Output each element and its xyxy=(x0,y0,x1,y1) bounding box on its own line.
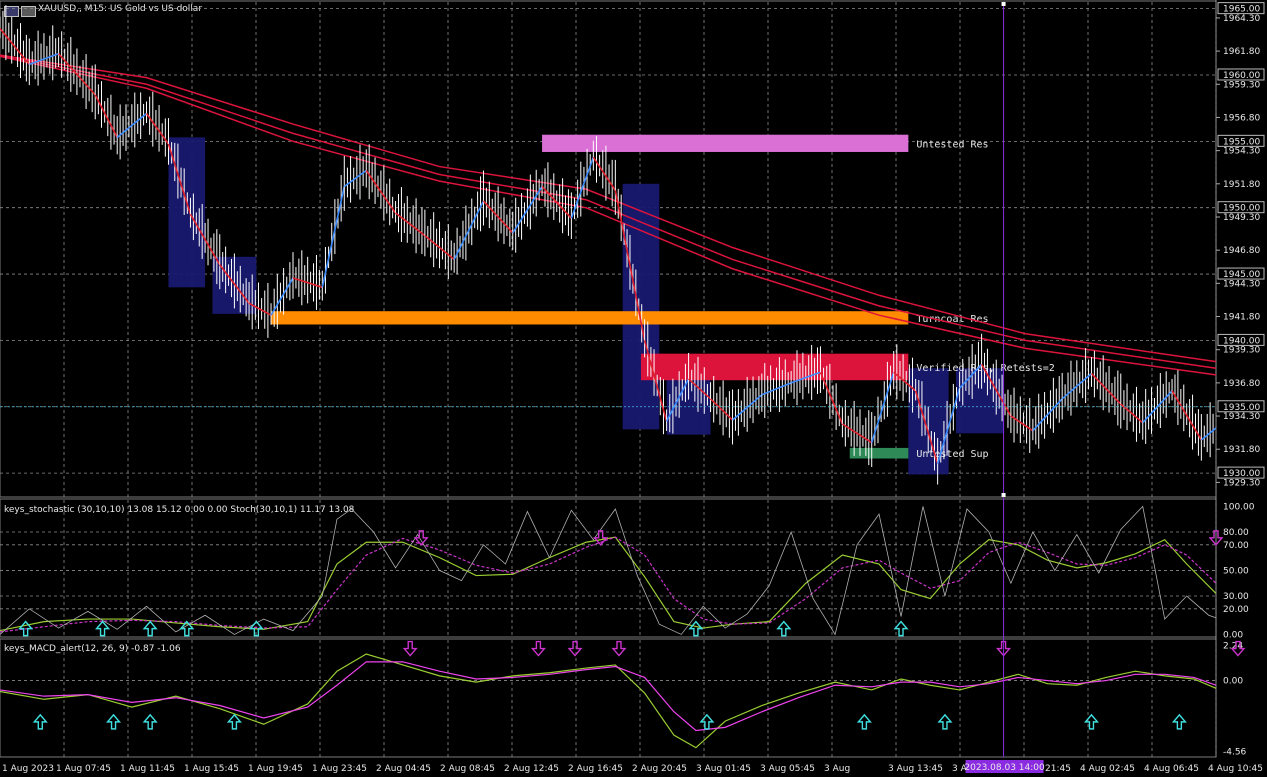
zigzag-segment xyxy=(1171,390,1203,441)
y-tick-label: 1936.80 xyxy=(1223,379,1260,389)
y-tick-label: 1944.30 xyxy=(1223,279,1260,289)
macd-sell-arrow-icon xyxy=(567,640,583,657)
x-tick-label: 1 Aug 15:45 xyxy=(184,764,239,774)
verified-res-zone xyxy=(640,353,909,381)
price-mark-label: 1965.00 xyxy=(1223,5,1260,15)
price-mark-label: 1940.00 xyxy=(1223,336,1260,346)
y-tick-label: 1934.30 xyxy=(1223,412,1260,422)
y-tick-label: 1954.30 xyxy=(1223,147,1260,157)
y-tick-label: 1931.80 xyxy=(1223,445,1260,455)
macd-line-0 xyxy=(0,653,1217,749)
y-tick-label: 1949.30 xyxy=(1223,213,1260,223)
x-tick-label: 1 Aug 2023 xyxy=(2,764,54,774)
y-tick-label: 1964.30 xyxy=(1223,14,1260,24)
macd-buy-arrow-icon xyxy=(32,713,48,730)
x-tick-label: 4 Aug 02:45 xyxy=(1080,764,1135,774)
stoch-buy-arrow-icon xyxy=(95,620,111,637)
macd-buy-arrow-icon xyxy=(1171,713,1187,730)
y-tick-label: 1961.80 xyxy=(1223,47,1260,57)
cursor-time-label: 2023.08.03 14:00 xyxy=(964,763,1045,773)
y-tick-label: 1959.30 xyxy=(1223,80,1260,90)
price-mark-label: 1950.00 xyxy=(1223,204,1260,214)
stoch-tick-label: 0.00 xyxy=(1223,630,1243,640)
stoch-buy-arrow-icon xyxy=(893,620,909,637)
untested-sup-zone xyxy=(849,447,909,459)
zigzag-segment xyxy=(870,372,895,443)
x-tick-label: 2 Aug 12:45 xyxy=(504,764,559,774)
x-tick-label: 3 Aug xyxy=(824,764,850,774)
macd-sell-arrow-icon xyxy=(530,640,546,657)
stoch-buy-arrow-icon xyxy=(776,620,792,637)
macd-buy-arrow-icon xyxy=(1083,713,1099,730)
macd-tick-label: -4.56 xyxy=(1223,748,1247,758)
macd-buy-arrow-icon xyxy=(142,713,158,730)
x-tick-label: 1 Aug 19:45 xyxy=(248,764,303,774)
y-tick-label: 1951.80 xyxy=(1223,180,1260,190)
macd-buy-arrow-icon xyxy=(106,713,122,730)
stoch-tick-label: 50.00 xyxy=(1223,566,1249,576)
macd-buy-arrow-icon xyxy=(699,713,715,730)
x-tick-label: 2 Aug 20:45 xyxy=(632,764,687,774)
price-mark-label: 1930.00 xyxy=(1223,469,1260,479)
zigzag-segment xyxy=(1200,427,1217,441)
turncoat-res-zone xyxy=(271,311,909,325)
stoch-tick-label: 70.00 xyxy=(1223,541,1249,551)
y-tick-label: 1956.80 xyxy=(1223,113,1260,123)
stoch-buy-arrow-icon xyxy=(688,620,704,637)
x-tick-label: 2 Aug 04:45 xyxy=(376,764,431,774)
macd-buy-arrow-icon xyxy=(937,713,953,730)
stoch-tick-label: 80.00 xyxy=(1223,528,1249,538)
cursor-handle-bottom xyxy=(1001,493,1006,497)
zigzag-segment xyxy=(321,186,346,288)
untested-res-zone xyxy=(542,134,909,152)
y-tick-label: 1939.30 xyxy=(1223,346,1260,356)
zigzag-segment xyxy=(453,200,485,260)
stoch-tick-label: 100.00 xyxy=(1223,502,1255,512)
x-tick-label: 3 Aug 01:45 xyxy=(696,764,751,774)
y-tick-label: 1946.80 xyxy=(1223,246,1260,256)
y-tick-label: 1929.30 xyxy=(1223,478,1260,488)
macd-tick-label: 0.00 xyxy=(1223,677,1243,687)
stoch-line-1 xyxy=(0,536,1217,633)
x-tick-label: 1 Aug 07:45 xyxy=(56,764,111,774)
x-tick-label: 2 Aug 16:45 xyxy=(568,764,623,774)
untested-res-zone-label: Untested Res xyxy=(916,139,988,150)
price-mark-label: 1935.00 xyxy=(1223,403,1260,413)
price-mark-label: 1960.00 xyxy=(1223,71,1260,81)
stoch-tick-label: 30.00 xyxy=(1223,592,1249,602)
cursor-handle-top xyxy=(1001,2,1006,6)
macd-sell-arrow-icon xyxy=(611,640,627,657)
macd-sell-arrow-icon xyxy=(402,640,418,657)
x-tick-label: 1 Aug 11:45 xyxy=(120,764,175,774)
stoch-buy-arrow-icon xyxy=(142,620,158,637)
stoch-tick-label: 20.00 xyxy=(1223,605,1249,615)
x-tick-label: 4 Aug 10:45 xyxy=(1208,764,1263,774)
stoch-line-0 xyxy=(0,536,1217,632)
x-tick-label: 3 Aug 13:45 xyxy=(888,764,943,774)
price-mark-label: 1945.00 xyxy=(1223,270,1260,280)
macd-buy-arrow-icon xyxy=(226,713,242,730)
price-mark-label: 1955.00 xyxy=(1223,137,1260,147)
y-tick-label: 1941.80 xyxy=(1223,313,1260,323)
x-tick-label: 4 Aug 06:45 xyxy=(1144,764,1199,774)
macd-buy-arrow-icon xyxy=(856,713,872,730)
untested-sup-zone-label: Untested Sup xyxy=(916,449,988,460)
trading-chart[interactable]: 1 Aug 2023 1 Aug 07:45 1 Aug 11:45 1 Aug 15… xyxy=(0,0,1267,777)
x-tick-label: 2 Aug 08:45 xyxy=(440,764,495,774)
macd-line-1 xyxy=(0,661,1217,732)
x-tick-label: 1 Aug 23:45 xyxy=(312,764,367,774)
x-tick-label: 3 Aug 05:45 xyxy=(760,764,815,774)
